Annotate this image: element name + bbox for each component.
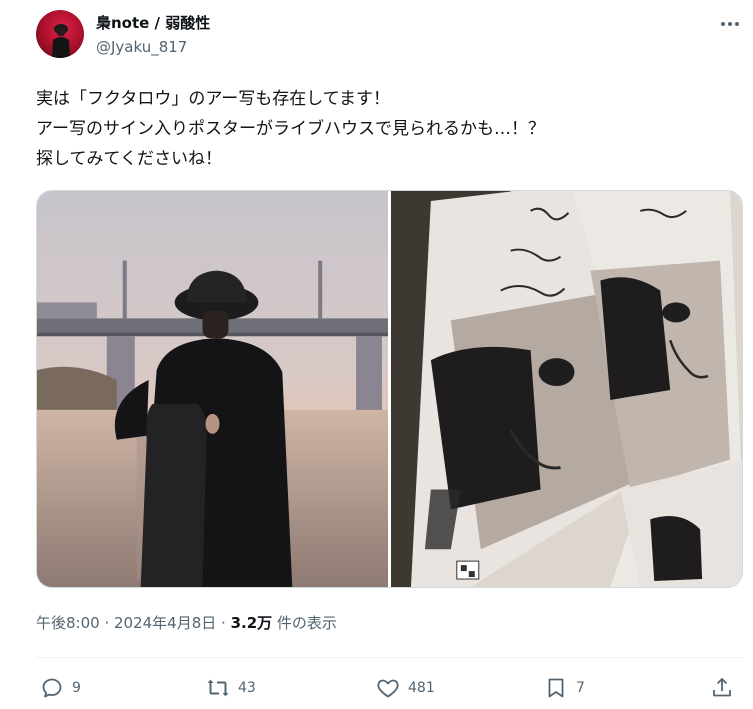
retweet-icon: [207, 679, 229, 697]
more-options-button[interactable]: [716, 14, 744, 34]
tweet-text-line: 探してみてくださいね！: [36, 149, 222, 169]
tweet-text-line: アー写のサイン入りポスターがライブハウスで見られるかも…！？: [36, 119, 545, 139]
reply-icon: [42, 678, 62, 698]
bookmark-button[interactable]: 7: [544, 672, 585, 704]
share-button[interactable]: [710, 672, 734, 704]
timestamp-link[interactable]: 午後8:00 · 2024年4月8日: [36, 614, 216, 632]
tweet-date: 2024年4月8日: [114, 614, 217, 632]
views-count[interactable]: 3.2万: [231, 614, 273, 632]
heart-icon: [377, 679, 399, 698]
meta-separator: ·: [99, 614, 114, 632]
divider: [36, 657, 743, 658]
views-label: 件の表示: [272, 614, 337, 632]
photo-1[interactable]: [37, 191, 388, 587]
avatar-person-icon: [52, 24, 70, 58]
photo-signed-posters-icon: [391, 191, 742, 587]
tweet-text-line: 実は「フクタロウ」のアー写も存在してます！: [36, 89, 390, 109]
like-button[interactable]: 481: [376, 672, 435, 704]
author-display-name[interactable]: 梟note / 弱酸性: [96, 12, 210, 33]
retweet-count: 43: [238, 680, 256, 696]
media-grid: [36, 190, 743, 588]
bookmark-icon: [548, 678, 564, 698]
reply-count: 9: [72, 680, 81, 696]
bookmark-count: 7: [576, 680, 585, 696]
tweet-card: 梟note / 弱酸性 @Jyaku_817 実は「フクタロウ」のアー写も存在し…: [0, 0, 753, 709]
retweet-button[interactable]: 43: [206, 672, 256, 704]
share-icon: [713, 678, 731, 697]
tweet-time: 午後8:00: [36, 614, 100, 632]
avatar[interactable]: [36, 10, 84, 58]
photo-man-with-guitar-case-icon: [37, 191, 388, 587]
more-horizontal-icon: [721, 22, 739, 26]
tweet-meta: 午後8:00 · 2024年4月8日 · 3.2万 件の表示: [36, 612, 337, 633]
reply-button[interactable]: 9: [40, 672, 81, 704]
author-handle[interactable]: @Jyaku_817: [96, 38, 187, 56]
like-count: 481: [408, 680, 435, 696]
action-bar: 9 43 481 7: [36, 672, 743, 704]
meta-separator: ·: [216, 614, 231, 632]
tweet-text: 実は「フクタロウ」のアー写も存在してます！ アー写のサイン入りポスターがライブハ…: [36, 84, 736, 174]
photo-2[interactable]: [391, 191, 742, 587]
